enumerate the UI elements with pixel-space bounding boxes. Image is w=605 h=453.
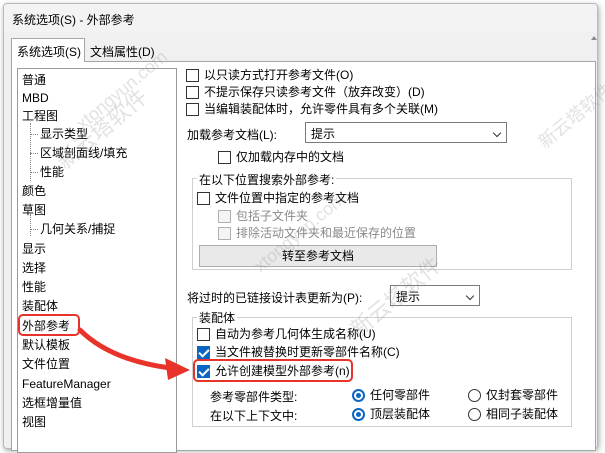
tab-system-options[interactable]: 系统选项(S)	[11, 38, 85, 62]
annotation-arrow-icon	[77, 327, 190, 380]
